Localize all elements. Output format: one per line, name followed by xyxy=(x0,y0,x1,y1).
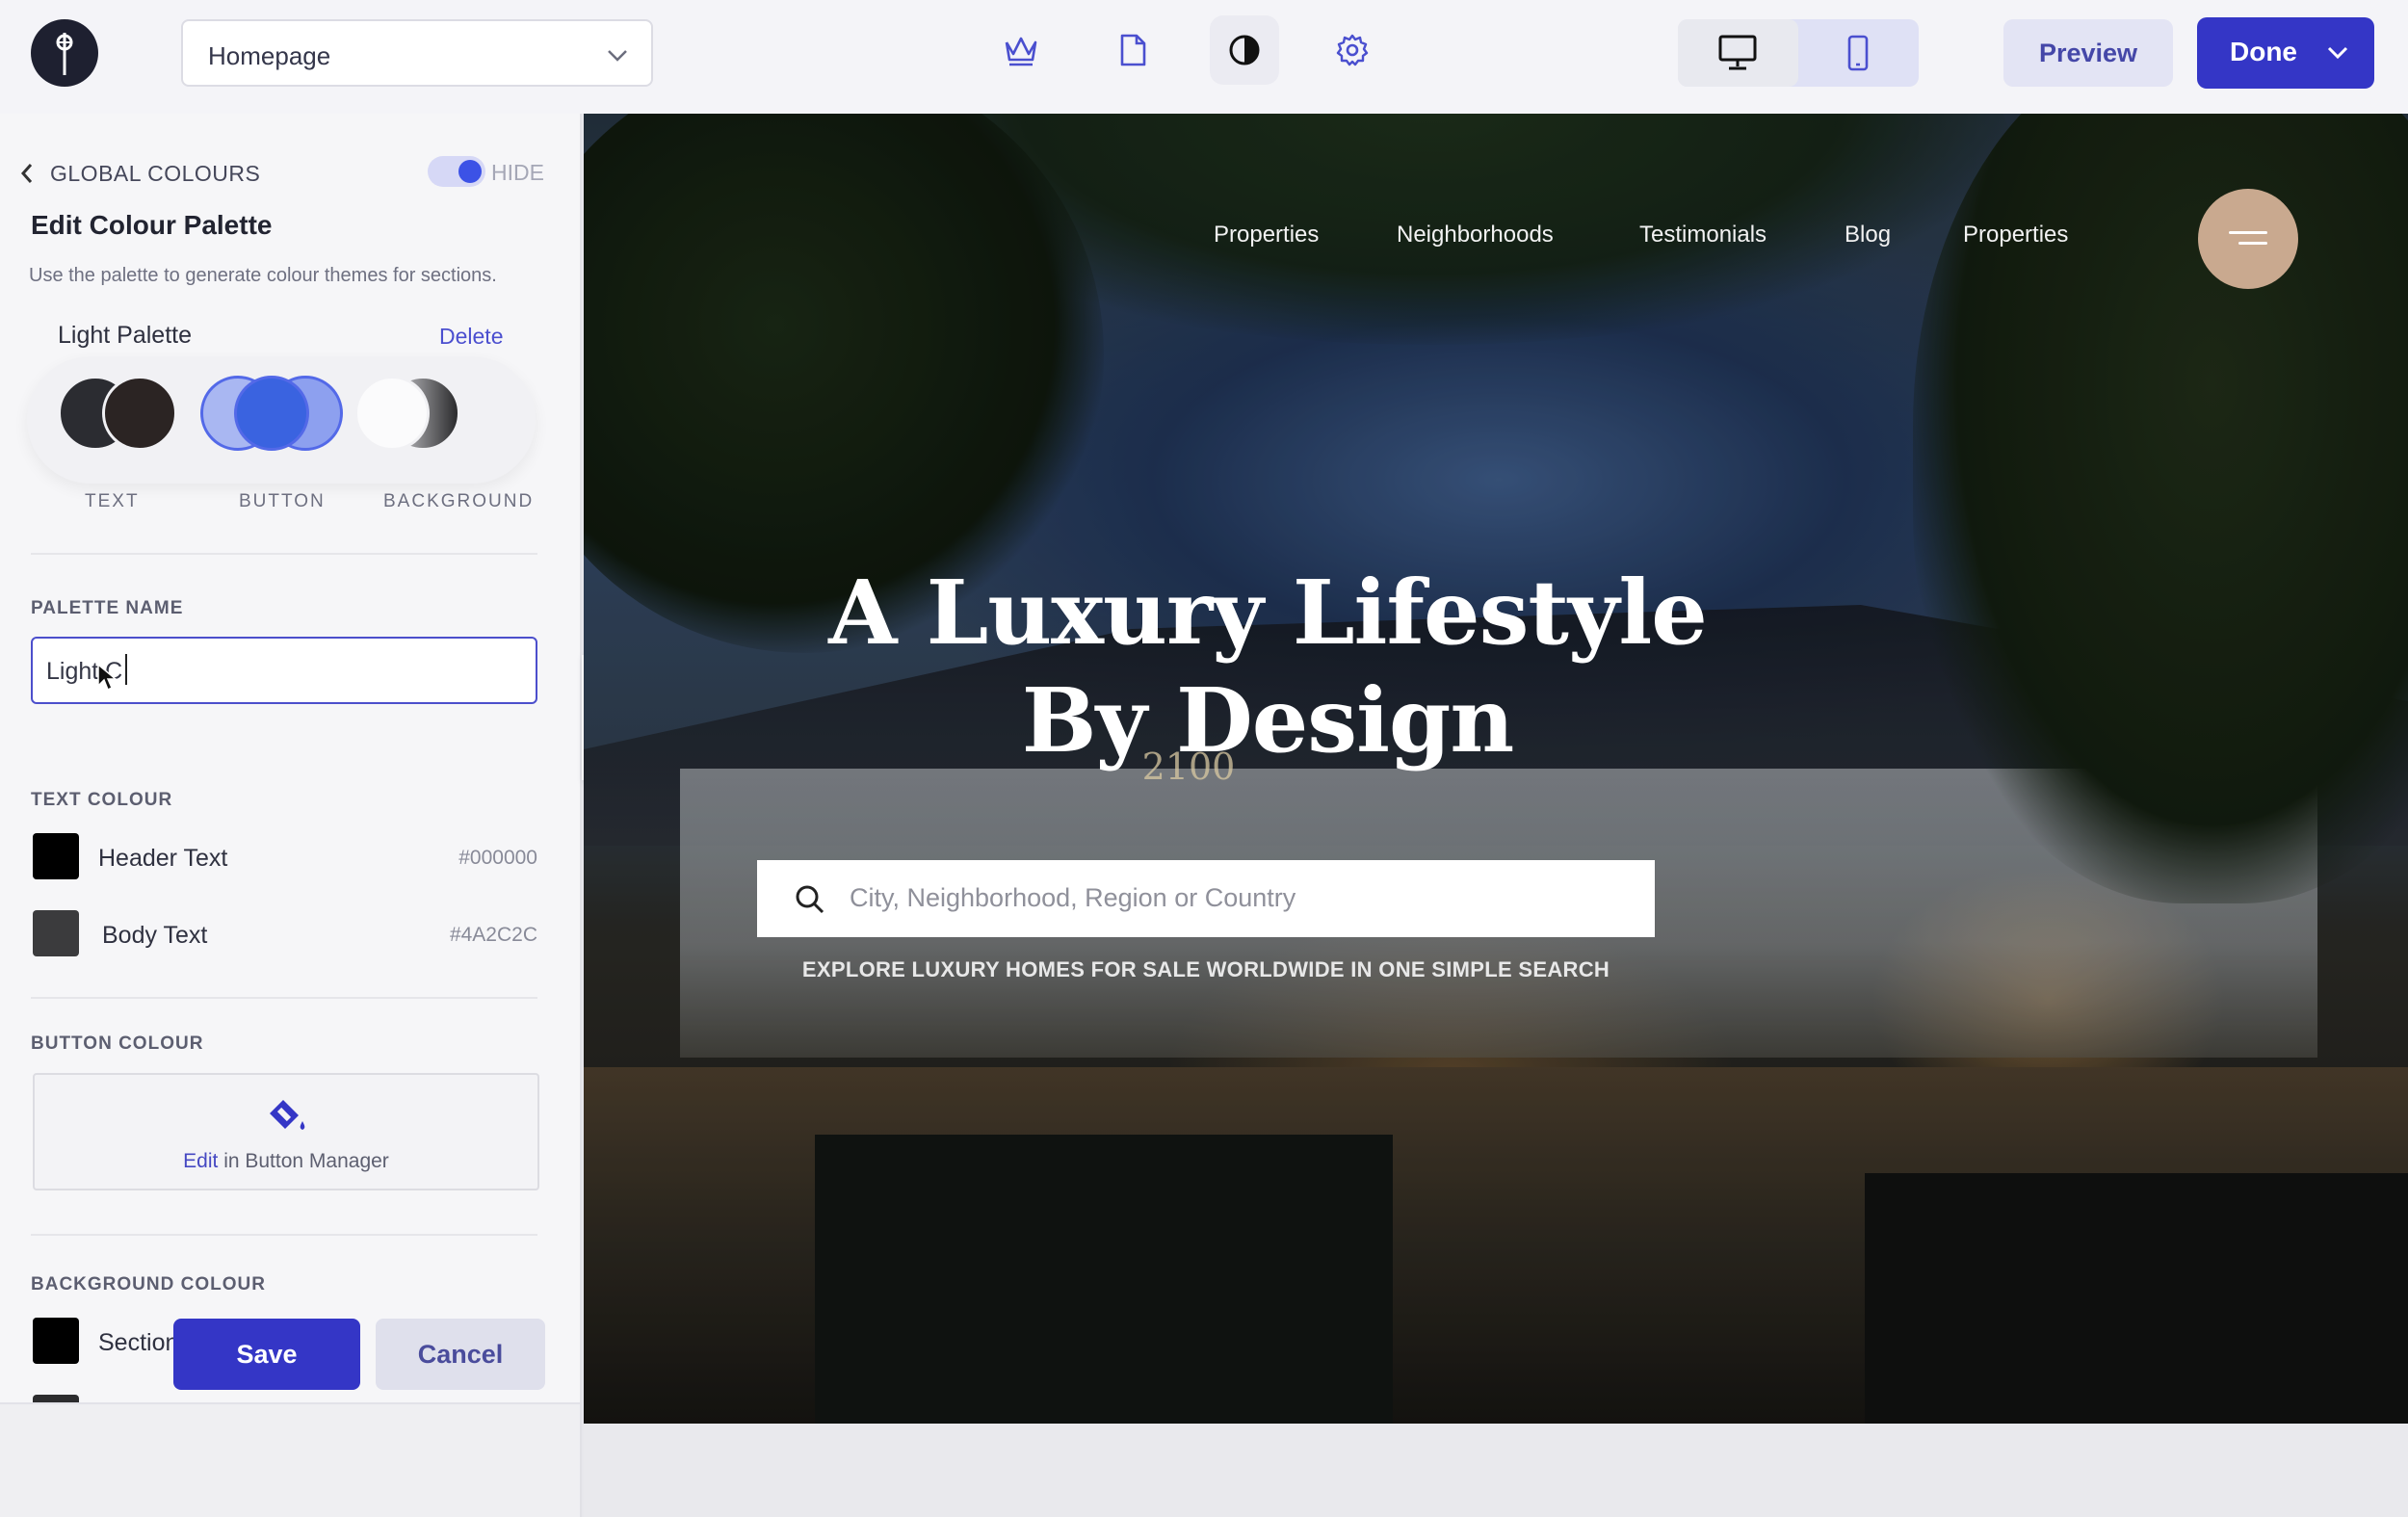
panel-footer xyxy=(0,1402,580,1517)
search-placeholder: City, Neighborhood, Region or Country xyxy=(850,883,1296,912)
property-search-bar[interactable]: City, Neighborhood, Region or Country xyxy=(757,860,1655,937)
app-logo[interactable] xyxy=(31,19,98,87)
background-swatch-light[interactable] xyxy=(354,376,430,451)
menu-line xyxy=(2238,242,2267,245)
hero-title: A Luxury Lifestyle By Design xyxy=(584,559,1951,774)
swatch-label-button: BUTTON xyxy=(239,491,326,511)
background-colour-heading: BACKGROUND COLOUR xyxy=(31,1274,266,1295)
button-manager-rest: in Button Manager xyxy=(218,1150,389,1172)
nav-link-properties[interactable]: Properties xyxy=(1214,222,1319,248)
canvas-background xyxy=(584,1424,2408,1517)
hide-label: HIDE xyxy=(491,160,544,185)
done-button-label: Done xyxy=(2230,37,2297,66)
hero-title-line-1: A Luxury Lifestyle xyxy=(828,561,1708,665)
menu-line xyxy=(2229,231,2267,234)
nav-link-properties-2[interactable]: Properties xyxy=(1963,222,2068,248)
editor-app: Homepage Preview Done GLOBAL COLOURS HID… xyxy=(0,0,2408,1517)
crown-icon[interactable] xyxy=(986,15,1056,85)
page-select-value: Homepage xyxy=(208,41,331,70)
colour-row-body-text[interactable]: Body Text #4A2C2C xyxy=(31,910,537,960)
swatch-label-background: BACKGROUND xyxy=(383,491,535,511)
mouse-cursor-icon xyxy=(97,663,118,692)
paint-bucket-icon xyxy=(270,1100,305,1130)
delete-palette-link[interactable]: Delete xyxy=(439,324,503,350)
colour-palette-panel: GLOBAL COLOURS HIDE Edit Colour Palette … xyxy=(0,114,582,1517)
divider xyxy=(31,553,537,555)
colour-name: Header Text xyxy=(98,845,228,872)
button-manager-box[interactable]: Edit in Button Manager xyxy=(33,1073,539,1190)
contrast-icon[interactable] xyxy=(1210,15,1279,85)
colour-swatch[interactable] xyxy=(33,833,79,879)
divider xyxy=(31,1234,537,1236)
edit-link[interactable]: Edit xyxy=(183,1150,218,1172)
device-toggle xyxy=(1678,19,1919,87)
panel-title: Edit Colour Palette xyxy=(31,210,273,240)
colour-hex: #000000 xyxy=(458,847,537,869)
text-swatch-primary[interactable] xyxy=(102,376,177,451)
palette-label: Light Palette xyxy=(58,322,192,349)
page-icon[interactable] xyxy=(1098,15,1167,85)
mobile-view-button[interactable] xyxy=(1798,19,1919,87)
colour-name: Section xyxy=(98,1329,179,1356)
page-select-dropdown[interactable]: Homepage xyxy=(181,19,653,87)
text-caret xyxy=(125,654,127,685)
chevron-down-icon xyxy=(608,50,627,62)
palette-swatch-card xyxy=(27,356,536,484)
save-button[interactable]: Save xyxy=(173,1319,360,1390)
divider xyxy=(31,997,537,999)
hero-title-line-2: By Design xyxy=(1021,668,1515,772)
search-icon xyxy=(796,885,824,914)
swatch-label-text: TEXT xyxy=(85,491,140,511)
desktop-icon xyxy=(1718,35,1757,70)
mobile-icon xyxy=(1847,35,1869,71)
hero-tagline: EXPLORE LUXURY HOMES FOR SALE WORLDWIDE … xyxy=(801,957,1610,981)
palette-name-heading: PALETTE NAME xyxy=(31,598,184,618)
colour-swatch[interactable] xyxy=(33,910,79,956)
desktop-view-button[interactable] xyxy=(1678,19,1798,87)
colour-swatch[interactable] xyxy=(33,1318,79,1364)
colour-row-header-text[interactable]: Header Text #000000 xyxy=(31,833,537,883)
button-swatch-primary[interactable] xyxy=(234,376,309,451)
top-bar: Homepage Preview Done xyxy=(0,0,2408,114)
chevron-down-icon xyxy=(2327,46,2348,60)
panel-description: Use the palette to generate colour theme… xyxy=(29,265,497,286)
menu-button[interactable] xyxy=(2198,189,2298,289)
colour-hex: #4A2C2C xyxy=(449,924,537,946)
toggle-knob xyxy=(458,160,482,183)
button-manager-text: Edit in Button Manager xyxy=(35,1150,537,1173)
nav-link-testimonials[interactable]: Testimonials xyxy=(1639,222,1767,248)
preview-button[interactable]: Preview xyxy=(2003,19,2173,87)
back-label: GLOBAL COLOURS xyxy=(50,160,261,186)
chevron-left-icon xyxy=(20,164,33,183)
site-preview-hero: 2100 Properties Neighborhoods Testimonia… xyxy=(584,114,2408,1424)
colour-name: Body Text xyxy=(102,922,208,949)
cancel-button[interactable]: Cancel xyxy=(376,1319,545,1390)
hide-toggle[interactable] xyxy=(428,156,485,187)
done-button[interactable]: Done xyxy=(2197,17,2374,89)
gear-icon[interactable] xyxy=(1318,15,1387,85)
back-to-global-colours[interactable]: GLOBAL COLOURS xyxy=(19,154,260,193)
text-colour-heading: TEXT COLOUR xyxy=(31,790,173,810)
nav-link-blog[interactable]: Blog xyxy=(1845,222,1891,248)
nav-link-neighborhoods[interactable]: Neighborhoods xyxy=(1397,222,1554,248)
button-colour-heading: BUTTON COLOUR xyxy=(31,1033,204,1054)
